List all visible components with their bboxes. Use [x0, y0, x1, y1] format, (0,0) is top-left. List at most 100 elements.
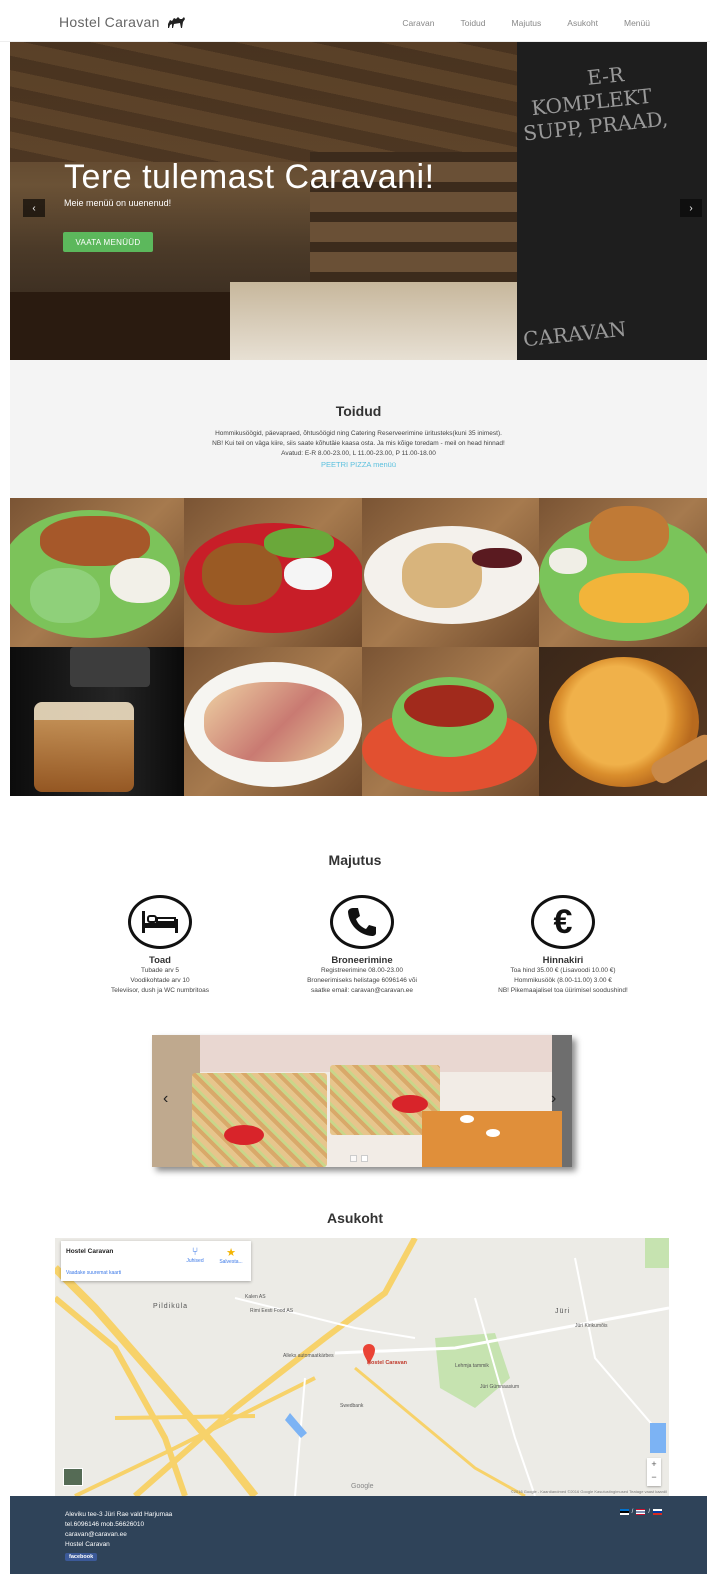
larger-map-link[interactable]: Vaadake suuremat kaarti	[66, 1270, 121, 1276]
food-photo-soup[interactable]	[362, 647, 539, 796]
toidud-text-line: Hommikusöögid, päevapraed, õhtusöögid ni…	[215, 430, 502, 437]
food-photo-burger[interactable]	[539, 498, 707, 647]
hero-bar-counter	[230, 282, 530, 360]
food-photo-cutlet[interactable]	[184, 498, 362, 647]
room-pillow	[224, 1125, 264, 1145]
hero-floor	[10, 292, 250, 360]
save-button[interactable]: ★ Salvesta...	[213, 1246, 249, 1265]
feature-title: Hinnakiri	[542, 955, 584, 966]
map-pin-label[interactable]: Hostel Caravan	[367, 1360, 407, 1366]
nav-link-asukoht[interactable]: Asukoht	[567, 18, 598, 28]
flag-uk-icon[interactable]	[636, 1509, 646, 1515]
footer-name: Hostel Caravan	[65, 1541, 110, 1548]
view-menu-button[interactable]: VAATA MENÜÜD	[63, 232, 153, 252]
chevron-right-icon: ›	[551, 1090, 557, 1107]
food-photo-pancakes[interactable]	[362, 498, 539, 647]
food-photo-coffee[interactable]	[10, 647, 184, 796]
slider-dot[interactable]	[350, 1155, 357, 1162]
food-photo-pizza[interactable]	[539, 647, 707, 796]
map-label: Alleks automaatkärbes	[283, 1353, 334, 1359]
nav-link-caravan[interactable]: Caravan	[402, 18, 434, 28]
chevron-left-icon: ‹	[32, 202, 36, 214]
footer-address: Aleviku tee-3 Jüri Rae vald Harjumaa	[65, 1511, 173, 1518]
map-label: Jüri	[555, 1308, 571, 1315]
slider-dot[interactable]	[361, 1155, 368, 1162]
hero-subtitle: Meie menüü on uuenenud!	[64, 198, 172, 208]
feature-booking: Broneerimine Registreerimine 08.00-23.00…	[262, 895, 462, 996]
map-label: Pildiküla	[153, 1303, 189, 1310]
feature-line: Voodikohtade arv 10	[130, 977, 190, 984]
brand-name: Hostel Caravan	[59, 14, 160, 30]
pizza-menu-link[interactable]: PEETRI PIZZA menüü	[10, 460, 707, 469]
footer-phone: tel.6096146 mob.56626010	[65, 1521, 145, 1528]
room-slider	[152, 1035, 572, 1167]
feature-line: NB! Pikemaajalisel toa üürimisel soodush…	[498, 987, 628, 994]
google-logo: Google	[351, 1483, 374, 1490]
nav-link-majutus[interactable]: Majutus	[512, 18, 542, 28]
map-attribution: ©2016 Google - Kaardiandmed ©2016 Google…	[510, 1489, 667, 1494]
footer-email[interactable]: caravan@caravan.ee	[65, 1531, 127, 1538]
room-next-button[interactable]: ›	[551, 1090, 556, 1108]
toidud-hours: Avatud: E-R 8.00-23.00, L 11.00-23.00, P…	[281, 450, 436, 457]
map-card-name: Hostel Caravan	[66, 1248, 114, 1255]
nav-link-toidud[interactable]: Toidud	[460, 18, 485, 28]
directions-button[interactable]: ⑂ Juhised	[177, 1246, 213, 1264]
toidud-title: Toidud	[335, 403, 382, 419]
hero-prev-button[interactable]: ‹	[23, 199, 45, 217]
feature-title: Broneerimine	[331, 955, 393, 966]
feature-rooms: Toad Tubade arv 5 Voodikohtade arv 10 Te…	[60, 895, 260, 996]
nav-link-menuu[interactable]: Menüü	[624, 18, 650, 28]
feature-title: Toad	[149, 955, 171, 966]
feature-line: Hommikusöök (8.00-11.00) 3.00 €	[514, 977, 612, 984]
board-line: E-R	[585, 62, 625, 90]
room-table	[422, 1111, 562, 1167]
star-icon: ★	[226, 1247, 236, 1259]
feature-line: Registreerimine 08.00-23.00	[320, 967, 404, 974]
room-cup	[486, 1129, 500, 1137]
board-line: CARAVAN	[522, 316, 628, 352]
satellite-toggle[interactable]	[63, 1468, 83, 1486]
feature-line: Tubade arv 5	[140, 967, 180, 974]
room-prev-button[interactable]: ‹	[163, 1090, 168, 1108]
slider-dots	[350, 1155, 368, 1162]
map-label: Jüri Kirikumõis	[575, 1323, 608, 1329]
food-gallery	[10, 498, 707, 796]
navbar: Hostel Caravan Caravan Toidud Majutus As…	[0, 0, 710, 42]
footer: Aleviku tee-3 Jüri Rae vald Harjumaa tel…	[10, 1496, 707, 1574]
feature-line: Broneerimiseks helistage 6096146 või	[307, 977, 417, 984]
location-map[interactable]: Pildiküla Kalen AS Rimi Eesti Food AS Al…	[55, 1238, 669, 1496]
map-label: Jüri Gümnaasium	[480, 1384, 520, 1390]
room-bed	[192, 1073, 327, 1167]
hero-carousel: E-R KOMPLEKT SUPP, PRAAD, CARAVAN Tere t…	[10, 42, 707, 360]
directions-icon: ⑂	[191, 1246, 199, 1258]
hero-next-button[interactable]: ›	[680, 199, 702, 217]
map-label: Rimi Eesti Food AS	[250, 1308, 294, 1314]
feature-line: saatke email: caravan@caravan.ee	[311, 987, 413, 994]
chevron-left-icon: ‹	[163, 1090, 169, 1107]
flag-russia-icon[interactable]	[653, 1509, 662, 1515]
room-cup	[460, 1115, 474, 1123]
map-label: Swedbank	[340, 1403, 364, 1409]
map-info-card: Hostel Caravan Vaadake suuremat kaarti ⑂…	[61, 1241, 251, 1281]
brand-logo[interactable]: Hostel Caravan	[59, 14, 186, 30]
hero-title: Tere tulemast Caravani!	[64, 158, 435, 196]
camel-icon	[167, 17, 185, 28]
bed-icon	[128, 895, 192, 949]
euro-icon: €	[531, 895, 595, 949]
facebook-button[interactable]: facebook	[65, 1553, 98, 1561]
flag-estonia-icon[interactable]	[619, 1509, 629, 1515]
food-photo-pasta[interactable]	[184, 647, 362, 796]
majutus-title: Majutus	[328, 852, 382, 868]
feature-line: Toa hind 35.00 € (Lisavoodi 10.00 €)	[510, 967, 616, 974]
language-switcher: / /	[619, 1509, 662, 1515]
food-photo-schnitzel[interactable]	[10, 498, 184, 647]
chalkboard: E-R KOMPLEKT SUPP, PRAAD, CARAVAN	[517, 42, 707, 360]
map-label: Lehmja tammik	[455, 1363, 489, 1369]
map-label: Kalen AS	[245, 1294, 266, 1300]
phone-icon	[330, 895, 394, 949]
zoom-out-button[interactable]: −	[647, 1471, 661, 1484]
chevron-right-icon: ›	[689, 202, 693, 214]
zoom-in-button[interactable]: +	[647, 1458, 661, 1471]
toidud-section: Toidud Hommikusöögid, päevapraed, õhtusö…	[10, 360, 707, 498]
toidud-text-line: NB! Kui teil on väga kiire, siis saate k…	[212, 440, 505, 447]
